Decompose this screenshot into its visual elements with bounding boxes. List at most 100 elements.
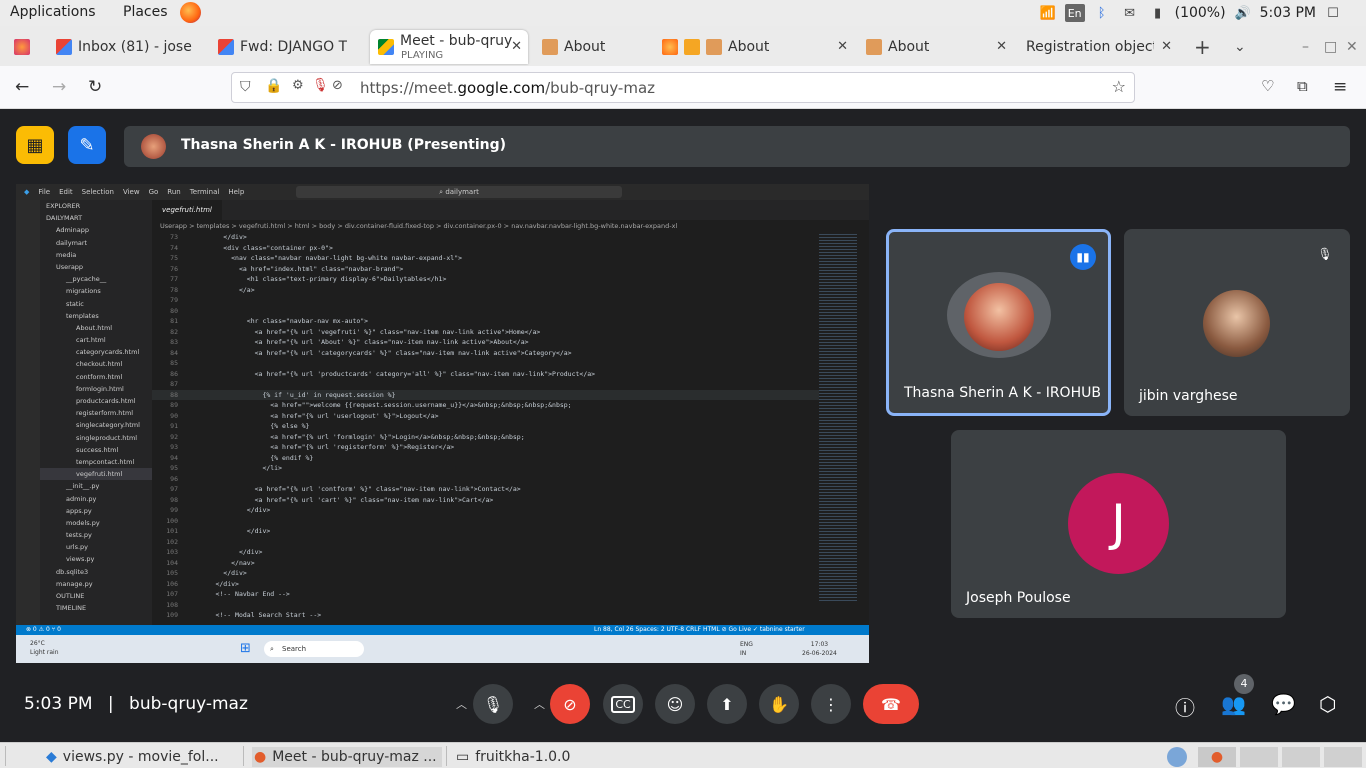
close-tab-icon[interactable]: ✕ <box>511 39 522 54</box>
task-views-py[interactable]: ◆ views.py - movie_fol... <box>46 747 219 767</box>
raise-hand-button[interactable]: ✋ <box>759 684 799 724</box>
line-number: 95 <box>170 464 178 472</box>
wifi-icon[interactable]: 📶 <box>1037 4 1059 22</box>
explorer-item: __init__.py <box>66 482 100 491</box>
hand-icon: ✋ <box>769 694 789 714</box>
code-line: 77 <h1 class="text-primary display-6">Da… <box>152 274 832 285</box>
vscode-explorer: EXPLORER DAILYMART Adminapp dailymart media U… <box>40 200 152 625</box>
menu-icon[interactable]: ≡ <box>1333 77 1347 97</box>
leave-call-button[interactable]: ☎ <box>863 684 919 724</box>
meeting-info-icon[interactable]: ⓘ <box>1175 692 1195 721</box>
task-meet[interactable]: ● Meet - bub-qruy-maz ... <box>252 747 442 767</box>
tab-gmail-inbox[interactable]: Inbox (81) - jose <box>48 30 208 64</box>
line-number: 84 <box>170 348 178 357</box>
captions-button[interactable]: CC <box>603 684 643 724</box>
tab-gmail-fwd[interactable]: Fwd: DJANGO T <box>210 30 365 64</box>
code-line: 92 <a href="{% url 'formlogin' %}">Login… <box>152 432 832 443</box>
line-number: 106 <box>166 579 178 588</box>
chat-icon[interactable]: 💬 <box>1271 692 1296 716</box>
applications-menu[interactable]: Applications <box>10 4 96 20</box>
workspace-4[interactable] <box>1324 747 1362 767</box>
tab-about-1[interactable]: About <box>534 30 652 64</box>
video-options-chevron-icon[interactable]: ︿ <box>534 696 545 712</box>
window-maximize-button[interactable]: □ <box>1316 30 1337 64</box>
tab-registration[interactable]: Registration object ✕ <box>1018 30 1178 64</box>
power-menu-icon[interactable]: ☐ <box>1322 4 1344 22</box>
list-all-tabs-button[interactable]: ⌄ <box>1226 30 1246 64</box>
camera-off-button[interactable]: ⊘ <box>550 684 590 724</box>
extensions-icon[interactable]: ⧉ <box>1297 77 1308 95</box>
tab-about-3[interactable]: About ✕ <box>858 30 1013 64</box>
explorer-item: singleproduct.html <box>76 433 138 442</box>
present-button[interactable]: ⬆ <box>707 684 747 724</box>
participant-tile-jibin[interactable]: 🎙 jibin varghese <box>1124 229 1350 416</box>
explorer-item: models.py <box>66 518 100 527</box>
task-fruitkha[interactable]: ▭ fruitkha-1.0.0 <box>456 747 570 767</box>
editor-breadcrumb: Userapp > templates > vegefruti.html > h… <box>160 222 678 230</box>
camera-blocked-icon[interactable]: ⊘ <box>332 78 343 93</box>
explorer-item: media <box>56 250 77 259</box>
forward-button[interactable]: → <box>52 77 66 97</box>
line-text: {% endif %} <box>192 453 314 462</box>
shield-icon[interactable]: ⛉ <box>240 79 251 95</box>
line-text: <a href="{% url 'productcards' category=… <box>192 369 596 378</box>
volume-icon[interactable]: 🔊 <box>1232 4 1254 22</box>
line-text: </nav> <box>192 558 255 567</box>
window-close-button[interactable]: ✕ <box>1338 30 1358 64</box>
close-tab-icon[interactable]: ✕ <box>1161 39 1172 54</box>
workspace-1[interactable]: ● <box>1198 747 1236 767</box>
tab-about-2[interactable]: About ✕ <box>654 30 854 64</box>
annotate-pen-icon[interactable]: ✎ <box>68 126 106 164</box>
menu-edit: Edit <box>59 188 73 196</box>
explorer-item: checkout.html <box>76 360 123 369</box>
system-clock[interactable]: 5:03 PM <box>1260 5 1316 21</box>
microphone-button[interactable]: 🎙 <box>473 684 513 724</box>
activities-icon[interactable]: ⬡ <box>1319 692 1336 716</box>
reload-button[interactable]: ↻ <box>88 77 102 97</box>
battery-icon[interactable]: ▮ <box>1147 4 1169 22</box>
back-button[interactable]: ← <box>15 77 29 97</box>
pocket-icon[interactable]: ♡ <box>1261 77 1274 95</box>
new-tab-button[interactable]: + <box>1186 30 1211 64</box>
participant-tile-joseph[interactable]: J Joseph Poulose <box>951 430 1286 618</box>
lock-icon[interactable]: 🔒 <box>265 78 282 94</box>
code-line: 82 <a href="{% url 'vegefruti' %}" class… <box>152 327 832 338</box>
line-text: <hr class="navbar-nav mx-auto"> <box>192 317 369 325</box>
places-menu[interactable]: Places <box>123 4 168 20</box>
explorer-item: migrations <box>66 287 101 296</box>
explorer-item: __pycache__ <box>66 275 107 284</box>
audio-options-chevron-icon[interactable]: ︿ <box>456 696 467 712</box>
bluetooth-icon[interactable]: ᛒ <box>1091 4 1113 22</box>
url-bar[interactable]: ⛉ 🔒 ⚙ 🎙 ⊘ https://meet.google.com/bub-qr… <box>231 72 1135 103</box>
people-icon[interactable]: 👥 4 <box>1221 674 1254 716</box>
meeting-code[interactable]: bub-qruy-maz <box>129 694 248 714</box>
basket-icon <box>706 39 722 55</box>
code-line: 73 </div> <box>152 232 832 243</box>
mail-icon[interactable]: ✉ <box>1119 4 1141 22</box>
stop-presenting-icon[interactable]: ▦ <box>16 126 54 164</box>
close-tab-icon[interactable]: ✕ <box>996 39 1007 54</box>
window-minimize-button[interactable]: – <box>1294 30 1309 64</box>
explorer-item: views.py <box>66 555 95 564</box>
permissions-icon[interactable]: ⚙ <box>292 78 304 93</box>
more-options-button[interactable]: ⋮ <box>811 684 851 724</box>
participant-tile-thasna[interactable]: ▮▮ Thasna Sherin A K - IROHUB <box>886 229 1111 416</box>
menu-run: Run <box>167 188 181 196</box>
reactions-button[interactable]: ☺ <box>655 684 695 724</box>
line-number: 83 <box>170 338 178 346</box>
workspace-2[interactable] <box>1240 747 1278 767</box>
microphone-permission-icon[interactable]: 🎙 <box>312 78 329 93</box>
close-tab-icon[interactable]: ✕ <box>837 39 848 54</box>
windows-search-box: ⌕ Search <box>264 641 364 657</box>
workspace-icon[interactable] <box>1167 747 1187 767</box>
language-indicator[interactable]: En <box>1064 4 1085 22</box>
participant-name: Joseph Poulose <box>966 590 1071 606</box>
bookmark-star-icon[interactable]: ☆ <box>1112 77 1126 96</box>
firefox-launcher-icon[interactable] <box>180 2 201 23</box>
tab-meet[interactable]: Meet - bub-qruy PLAYING ✕ <box>370 30 528 64</box>
workspace-3[interactable] <box>1282 747 1320 767</box>
menu-view: View <box>122 188 140 196</box>
firefox-view-icon[interactable] <box>6 30 42 64</box>
muted-microphone-icon: 🎙 <box>1312 241 1338 267</box>
explorer-item: vegefruti.html <box>40 468 152 481</box>
